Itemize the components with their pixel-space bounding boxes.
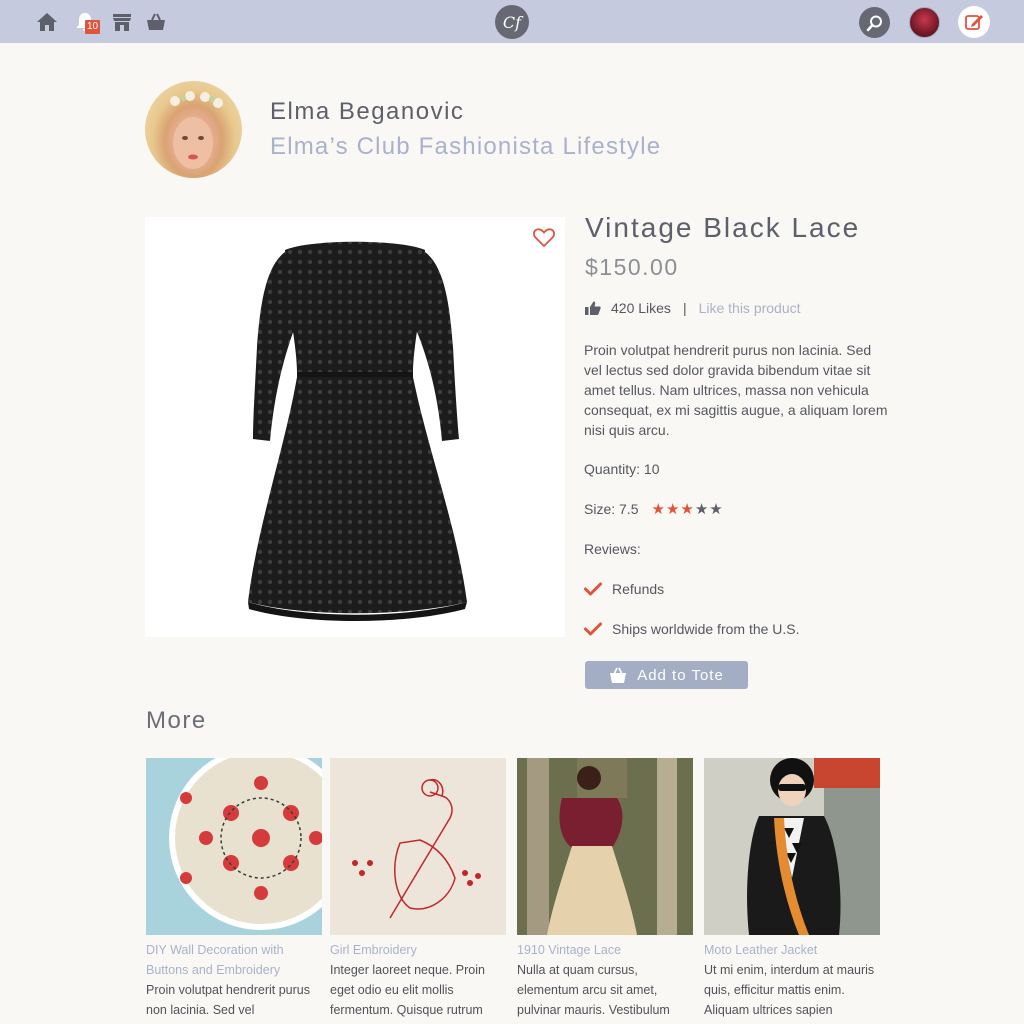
search-icon bbox=[866, 15, 882, 31]
related-product-title[interactable]: DIY Wall Decoration with Buttons and Emb… bbox=[146, 940, 322, 980]
profile-avatar[interactable] bbox=[145, 81, 242, 178]
feature-label: Ships worldwide from the U.S. bbox=[612, 621, 800, 637]
feature-label: Refunds bbox=[612, 581, 665, 597]
feature-item: Refunds bbox=[584, 581, 664, 597]
related-product-card[interactable]: 1910 Vintage Lace Nulla at quam cursus, … bbox=[517, 758, 693, 1020]
home-icon[interactable] bbox=[35, 10, 59, 34]
product-size: Size: 7.5 bbox=[584, 501, 639, 517]
star-filled-icon: ★ bbox=[680, 500, 694, 518]
related-product-image[interactable] bbox=[146, 746, 353, 935]
profile-name[interactable]: Elma Beganovic bbox=[270, 98, 464, 126]
product-description: Proin volutpat hendrerit purus non lacin… bbox=[584, 342, 888, 438]
add-to-tote-label: Add to Tote bbox=[637, 666, 724, 684]
compose-button[interactable] bbox=[958, 6, 990, 38]
related-product-description: Proin volutpat hendrerit purus non lacin… bbox=[146, 983, 310, 1017]
add-to-tote-button[interactable]: Add to Tote bbox=[585, 661, 748, 689]
rating-stars: ★ ★ ★ ★ ★ bbox=[651, 502, 723, 517]
likes-row: 420 Likes | Like this product bbox=[585, 300, 801, 316]
related-product-title[interactable]: 1910 Vintage Lace bbox=[517, 940, 693, 960]
brand-logo[interactable]: Cf bbox=[495, 5, 529, 39]
star-filled-icon: ★ bbox=[665, 500, 680, 518]
like-product-link[interactable]: Like this product bbox=[699, 300, 801, 316]
search-button[interactable] bbox=[859, 7, 890, 38]
related-product-card[interactable]: Girl Embroidery Integer laoreet neque. P… bbox=[330, 758, 506, 1020]
reviews-label[interactable]: Reviews: bbox=[584, 541, 641, 557]
related-product-description: Integer laoreet neque. Proin eget odio e… bbox=[330, 963, 485, 1017]
user-avatar[interactable] bbox=[909, 7, 940, 38]
likes-count: 420 Likes bbox=[611, 300, 671, 316]
related-product-image[interactable] bbox=[517, 758, 693, 935]
likes-separator: | bbox=[682, 300, 687, 316]
top-navigation-bar: 10 Cf bbox=[0, 0, 1024, 43]
checkmark-icon bbox=[584, 582, 602, 596]
black-lace-dress-image bbox=[248, 241, 467, 621]
more-heading: More bbox=[146, 707, 207, 734]
product-quantity: Quantity: 10 bbox=[584, 461, 660, 477]
related-product-description: Nulla at quam cursus, elementum arcu sit… bbox=[517, 963, 670, 1017]
star-empty-icon: ★ bbox=[709, 500, 723, 518]
related-product-title[interactable]: Girl Embroidery bbox=[330, 940, 506, 960]
thumbs-up-icon bbox=[585, 301, 601, 315]
checkmark-icon bbox=[584, 622, 602, 636]
feature-item: Ships worldwide from the U.S. bbox=[584, 621, 800, 637]
favorite-heart-button[interactable] bbox=[533, 228, 555, 248]
product-price: $150.00 bbox=[585, 254, 679, 280]
brand-logo-text: Cf bbox=[502, 12, 522, 32]
star-empty-icon: ★ bbox=[694, 500, 709, 518]
product-title: Vintage Black Lace bbox=[585, 212, 861, 243]
star-filled-icon: ★ bbox=[651, 500, 665, 518]
profile-club-name[interactable]: Elma’s Club Fashionista Lifestyle bbox=[270, 133, 661, 161]
store-icon[interactable] bbox=[110, 10, 134, 34]
edit-icon bbox=[965, 15, 983, 30]
basket-icon[interactable] bbox=[144, 10, 168, 34]
related-product-image[interactable] bbox=[704, 758, 880, 935]
heart-icon bbox=[533, 228, 555, 248]
related-product-title[interactable]: Moto Leather Jacket bbox=[704, 940, 880, 960]
product-image[interactable] bbox=[145, 217, 565, 637]
related-product-image[interactable] bbox=[330, 758, 506, 935]
related-product-description: Ut mi enim, interdum at mauris quis, eff… bbox=[704, 963, 875, 1017]
size-row: Size: 7.5 ★ ★ ★ ★ ★ bbox=[584, 501, 724, 517]
related-product-card[interactable]: DIY Wall Decoration with Buttons and Emb… bbox=[146, 746, 353, 1020]
related-product-card[interactable]: Moto Leather Jacket Ut mi enim, interdum… bbox=[704, 758, 880, 1020]
tote-bag-icon bbox=[610, 667, 627, 683]
notification-count-badge: 10 bbox=[85, 20, 101, 34]
